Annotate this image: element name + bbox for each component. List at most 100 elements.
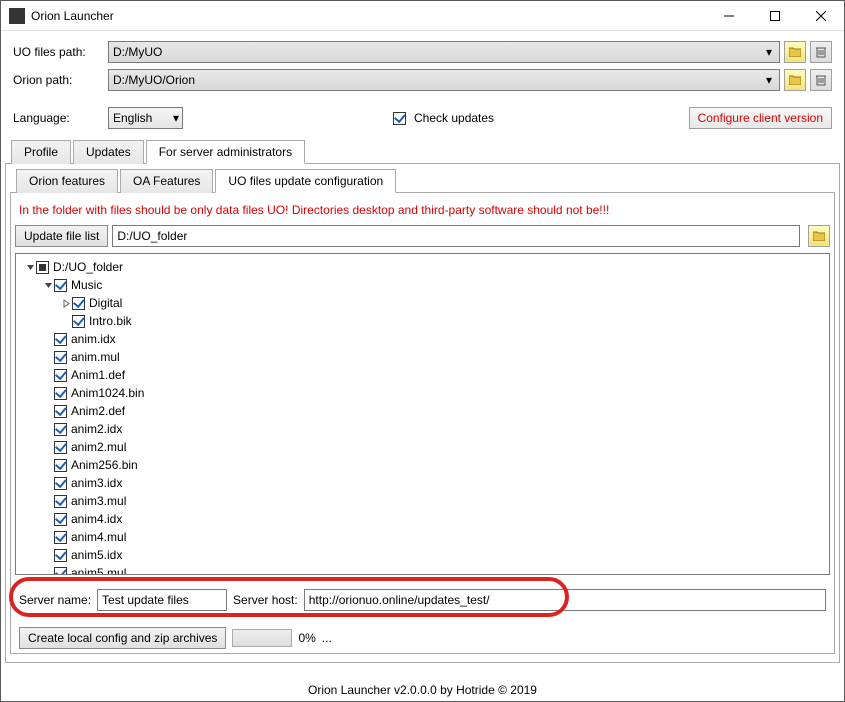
server-name-label: Server name: [19,593,91,607]
server-host-label: Server host: [233,593,298,607]
tree-row[interactable]: Intro.bik [22,312,823,330]
checkbox-icon[interactable] [54,531,67,544]
chevron-down-icon[interactable]: ▾ [761,72,777,88]
tree-item-label: anim4.idx [71,512,122,526]
tree-item-label: Music [71,278,102,292]
checkbox-icon[interactable] [54,387,67,400]
update-file-list-button[interactable]: Update file list [15,225,108,247]
checkbox-icon[interactable] [54,441,67,454]
checkbox-icon[interactable] [54,549,67,562]
tree-item-label: anim3.idx [71,476,122,490]
checkbox-icon[interactable] [54,333,67,346]
checkbox-icon[interactable] [54,351,67,364]
checkbox-icon[interactable] [54,459,67,472]
checkbox-icon[interactable] [72,315,85,328]
tree-item-label: anim5.mul [71,566,126,575]
expander-icon[interactable] [42,281,54,290]
orion-path-field[interactable]: D:/MyUO/Orion ▾ [108,69,780,91]
uo-path-value: D:/MyUO [113,45,162,59]
tree-item-label: D:/UO_folder [53,260,123,274]
checkbox-icon[interactable] [54,279,67,292]
check-updates-checkbox[interactable] [393,112,406,125]
tree-row[interactable]: anim.idx [22,330,823,348]
orion-path-label: Orion path: [13,73,108,87]
tree-item-label: anim4.mul [71,530,126,544]
window-title: Orion Launcher [31,9,706,23]
file-tree[interactable]: D:/UO_folder Music Digital Intro.bik anim.id… [15,253,830,575]
tree-item-label: Intro.bik [89,314,132,328]
check-updates-label: Check updates [414,111,494,125]
chevron-down-icon: ▾ [173,111,179,125]
server-name-input[interactable] [97,589,227,611]
server-host-input[interactable] [304,589,826,611]
tree-row[interactable]: Music [22,276,823,294]
tree-item-label: Anim2.def [71,404,125,418]
tree-row[interactable]: Anim2.def [22,402,823,420]
tree-row[interactable]: anim4.idx [22,510,823,528]
title-bar: Orion Launcher [1,1,844,31]
tree-row[interactable]: Anim256.bin [22,456,823,474]
tree-row[interactable]: anim4.mul [22,528,823,546]
tab-profile[interactable]: Profile [11,140,71,164]
create-config-button[interactable]: Create local config and zip archives [19,627,226,649]
checkbox-icon[interactable] [54,477,67,490]
tab-server-admins[interactable]: For server administrators [146,140,305,164]
checkbox-icon[interactable] [54,369,67,382]
expander-icon[interactable] [60,299,72,308]
tree-row[interactable]: anim3.idx [22,474,823,492]
orion-path-value: D:/MyUO/Orion [113,73,195,87]
main-tabs: Profile Updates For server administrator… [5,139,840,164]
language-value: English [113,111,152,125]
update-path-browse-button[interactable] [808,225,830,247]
update-path-input[interactable] [112,225,800,247]
sub-tabs: Orion features OA Features UO files upda… [10,168,835,193]
tree-item-label: anim.idx [71,332,116,346]
tree-item-label: anim3.mul [71,494,126,508]
tree-row[interactable]: Digital [22,294,823,312]
checkbox-icon[interactable] [54,495,67,508]
progress-dots: ... [322,631,332,645]
uo-path-field[interactable]: D:/MyUO ▾ [108,41,780,63]
checkbox-icon[interactable] [54,567,67,576]
footer-text: Orion Launcher v2.0.0.0 by Hotride © 201… [1,683,844,697]
tree-row[interactable]: anim2.mul [22,438,823,456]
checkbox-icon[interactable] [54,513,67,526]
tree-row[interactable]: anim2.idx [22,420,823,438]
tree-item-label: anim.mul [71,350,120,364]
configure-client-button[interactable]: Configure client version [689,107,832,129]
tree-row[interactable]: anim3.mul [22,492,823,510]
tree-row[interactable]: anim.mul [22,348,823,366]
app-icon [9,8,25,24]
tree-row[interactable]: anim5.mul [22,564,823,575]
warning-text: In the folder with files should be only … [15,197,830,225]
tree-item-label: Digital [89,296,122,310]
orion-path-delete-button[interactable] [810,69,832,91]
tree-row[interactable]: Anim1.def [22,366,823,384]
tab-oa-features[interactable]: OA Features [120,169,213,193]
tree-row[interactable]: Anim1024.bin [22,384,823,402]
chevron-down-icon[interactable]: ▾ [761,44,777,60]
tree-item-label: anim2.mul [71,440,126,454]
tab-uo-update-config[interactable]: UO files update configuration [215,169,396,193]
tab-orion-features[interactable]: Orion features [16,169,118,193]
tree-row[interactable]: anim5.idx [22,546,823,564]
maximize-button[interactable] [752,1,798,30]
close-button[interactable] [798,1,844,30]
progress-pct: 0% [298,631,315,645]
tree-item-label: Anim1.def [71,368,125,382]
tree-row[interactable]: D:/UO_folder [22,258,823,276]
tristate-box-icon[interactable] [36,261,49,274]
uo-path-label: UO files path: [13,45,108,59]
checkbox-icon[interactable] [72,297,85,310]
uo-path-delete-button[interactable] [810,41,832,63]
minimize-button[interactable] [706,1,752,30]
checkbox-icon[interactable] [54,423,67,436]
tree-item-label: Anim1024.bin [71,386,144,400]
language-select[interactable]: English ▾ [108,107,183,129]
expander-icon[interactable] [24,263,36,272]
checkbox-icon[interactable] [54,405,67,418]
progress-bar [232,629,292,647]
orion-path-browse-button[interactable] [784,69,806,91]
uo-path-browse-button[interactable] [784,41,806,63]
tab-updates[interactable]: Updates [73,140,144,164]
